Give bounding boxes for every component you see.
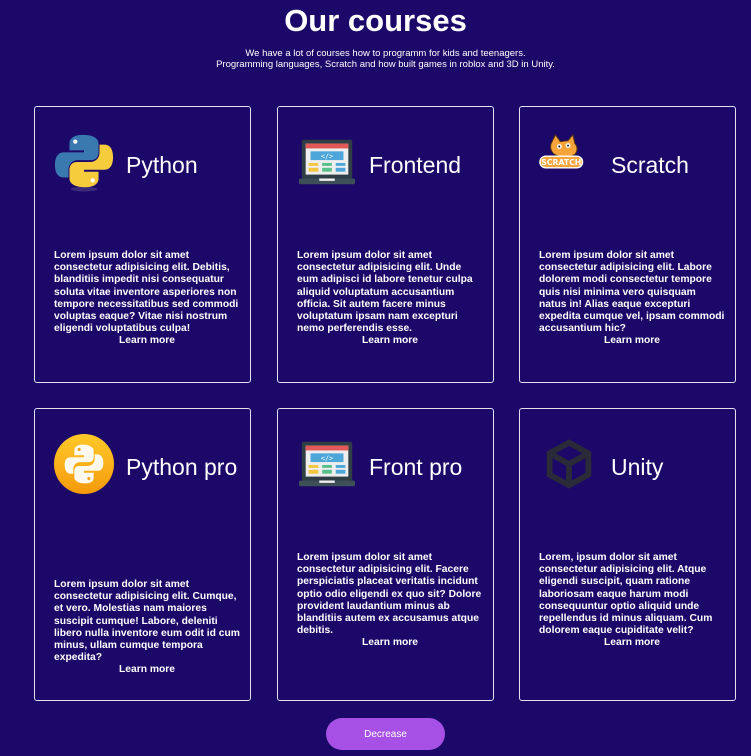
course-description: Lorem, ipsum dolor sit amet consectetur … (539, 552, 713, 637)
subtitle-line: We have a lot of courses how to programm… (245, 48, 526, 59)
svg-text:</>: </> (321, 153, 333, 161)
course-name: Scratch (611, 152, 689, 178)
laptop-code-icon: </> (296, 433, 358, 495)
course-description: Lorem ipsum dolor sit amet consectetur a… (54, 250, 239, 335)
course-name: Unity (611, 454, 664, 480)
python-logo-icon (53, 131, 115, 193)
unity-logo-icon (538, 433, 600, 495)
svg-text:SCRATCH: SCRATCH (541, 158, 581, 167)
decrease-button[interactable]: Decrease (326, 718, 445, 750)
subtitle-line: Programming languages, Scratch and how b… (216, 59, 555, 70)
course-description: Lorem ipsum dolor sit amet consectetur a… (297, 250, 473, 335)
course-name: Frontend (369, 152, 462, 178)
course-card-front-pro: </> Front pro Lorem ipsum dolor sit amet… (277, 408, 494, 701)
course-name: Python (126, 152, 198, 178)
page-title: Our courses (284, 3, 467, 38)
course-card-scratch: SCRATCH Scratch Lorem ipsum dolor sit am… (519, 106, 736, 383)
scratch-cat-icon: SCRATCH (538, 131, 600, 193)
page-subtitle: We have a lot of courses how to programm… (0, 48, 751, 70)
learn-more-link[interactable]: Learn more (54, 664, 240, 676)
learn-more-link[interactable]: Learn more (539, 335, 725, 347)
learn-more-link[interactable]: Learn more (539, 637, 725, 649)
learn-more-link[interactable]: Learn more (54, 335, 240, 347)
python-pro-icon (53, 433, 115, 495)
learn-more-link[interactable]: Learn more (297, 335, 483, 347)
course-card-frontend: </> Frontend Lorem ipsum dolor sit amet … (277, 106, 494, 383)
course-description: Lorem ipsum dolor sit amet consectetur a… (54, 579, 240, 664)
course-card-unity: Unity Lorem, ipsum dolor sit amet consec… (519, 408, 736, 701)
course-card-python-pro: Python pro Lorem ipsum dolor sit amet co… (34, 408, 251, 701)
learn-more-link[interactable]: Learn more (297, 637, 483, 649)
course-card-python: Python Lorem ipsum dolor sit amet consec… (34, 106, 251, 383)
laptop-code-icon: </> (296, 131, 358, 193)
svg-text:</>: </> (321, 455, 333, 463)
course-description: Lorem ipsum dolor sit amet consectetur a… (539, 250, 725, 335)
course-name: Python pro (126, 454, 238, 480)
course-name: Front pro (369, 454, 463, 480)
course-description: Lorem ipsum dolor sit amet consectetur a… (297, 552, 482, 637)
